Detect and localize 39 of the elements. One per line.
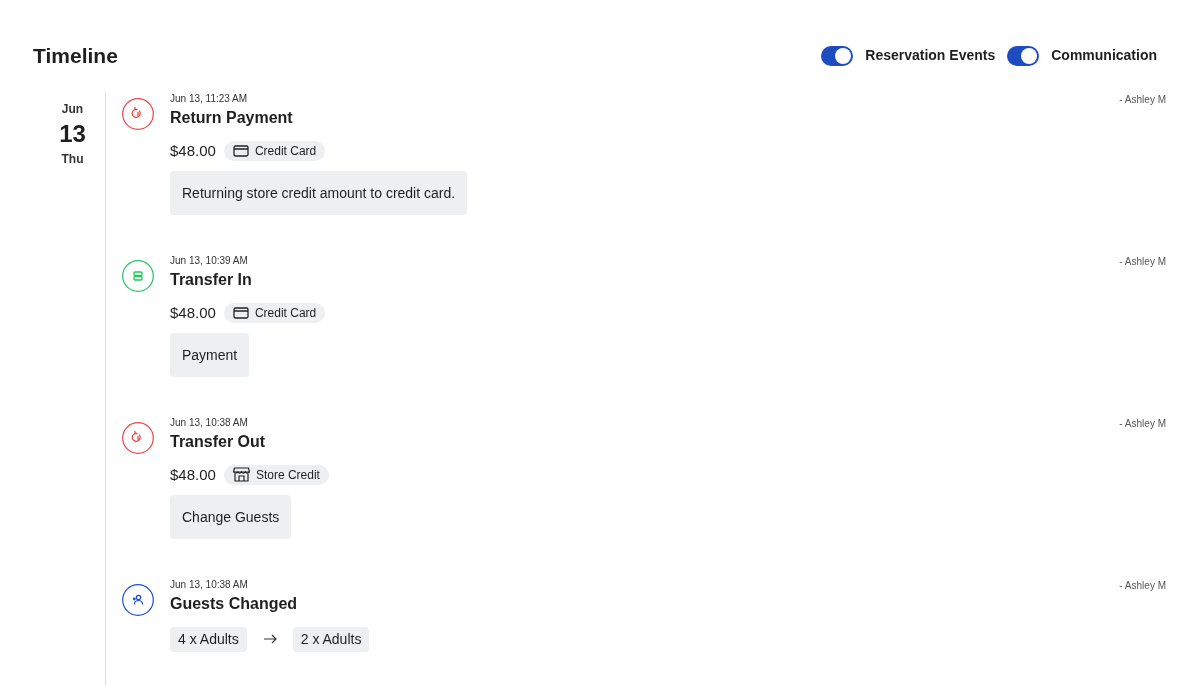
store-icon [232, 467, 250, 483]
stack-icon [122, 259, 154, 292]
payment-method-tag: Credit Card [223, 302, 326, 323]
event-note: Returning store credit amount to credit card. [170, 171, 468, 215]
event-note: Change Guests [170, 495, 292, 539]
event-title: Return Payment [170, 107, 294, 128]
refund-icon [122, 97, 154, 130]
arrow-icon [262, 634, 277, 644]
event-time: Jun 13, 10:38 AM [170, 416, 248, 430]
day-weekday: Thu [61, 150, 84, 168]
event-author: - Ashley M [1119, 92, 1166, 107]
event-title: Transfer In [170, 269, 253, 290]
event-author: - Ashley M [1119, 254, 1166, 269]
credit-card-icon [232, 144, 249, 157]
payment-amount: $48.00 [170, 302, 216, 323]
payment-amount: $48.00 [170, 464, 216, 485]
event-title: Transfer Out [170, 431, 267, 452]
day-month: Jun [61, 100, 84, 118]
credit-card-icon [232, 306, 249, 319]
event-time: Jun 13, 10:38 AM [170, 578, 248, 592]
toggle-label: Communication [1051, 46, 1157, 66]
old-value: 4 x Adults [170, 626, 247, 652]
page-title: Timeline [33, 43, 118, 69]
payment-amount: $48.00 [170, 140, 216, 161]
payment-method-tag: Store Credit [223, 464, 329, 485]
toggle-switch[interactable] [821, 45, 854, 66]
toggle-switch[interactable] [1007, 45, 1040, 66]
person-icon [122, 583, 154, 616]
new-value: 2 x Adults [292, 626, 370, 652]
event-author: - Ashley M [1119, 416, 1166, 431]
event-author: - Ashley M [1119, 578, 1166, 593]
day-date: 13 [59, 118, 86, 149]
event-title: Guests Changed [170, 593, 299, 614]
event-time: Jun 13, 10:39 AM [170, 254, 248, 268]
event-note: Payment [170, 333, 250, 377]
event-time: Jun 13, 11:23 AM [170, 92, 248, 106]
toggle-label: Reservation Events [865, 46, 996, 66]
payment-method-tag: Credit Card [223, 140, 326, 161]
refund-icon [122, 421, 154, 454]
